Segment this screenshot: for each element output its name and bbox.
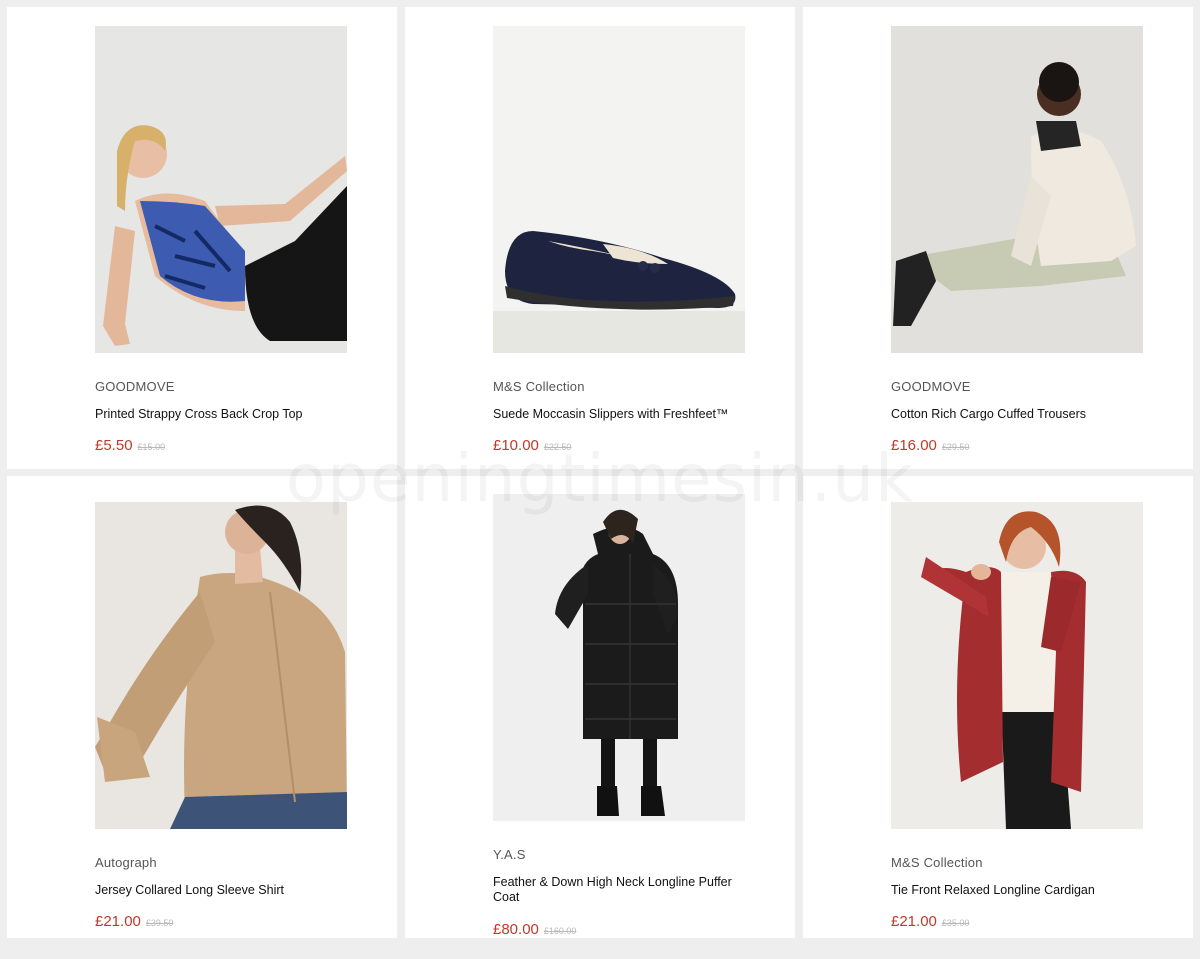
product-title[interactable]: Cotton Rich Cargo Cuffed Trousers xyxy=(891,407,1151,422)
product-title[interactable]: Feather & Down High Neck Longline Puffer… xyxy=(493,875,753,905)
original-price: £35.00 xyxy=(941,918,970,928)
product-price: £21.00 £39.50 xyxy=(95,913,173,930)
product-image[interactable] xyxy=(95,26,347,353)
original-price: £22.50 xyxy=(543,442,572,452)
product-card[interactable]: GOODMOVE Cotton Rich Cargo Cuffed Trouse… xyxy=(803,7,1193,469)
product-image[interactable] xyxy=(891,26,1143,353)
product-brand: M&S Collection xyxy=(891,855,983,870)
product-image[interactable] xyxy=(493,26,745,353)
current-price: £10.00 xyxy=(493,437,539,454)
product-brand: GOODMOVE xyxy=(95,379,175,394)
current-price: £21.00 xyxy=(95,913,141,930)
current-price: £80.00 xyxy=(493,921,539,938)
original-price: £160.00 xyxy=(543,926,577,936)
product-brand: Y.A.S xyxy=(493,847,526,862)
current-price: £21.00 xyxy=(891,913,937,930)
product-card[interactable]: Y.A.S Feather & Down High Neck Longline … xyxy=(405,476,795,938)
product-image[interactable] xyxy=(891,502,1143,829)
product-price: £5.50 £15.00 xyxy=(95,437,165,454)
product-brand: Autograph xyxy=(95,855,157,870)
original-price: £15.00 xyxy=(137,442,166,452)
product-card[interactable]: M&S Collection Suede Moccasin Slippers w… xyxy=(405,7,795,469)
original-price: £29.50 xyxy=(941,442,970,452)
product-brand: GOODMOVE xyxy=(891,379,971,394)
original-price: £39.50 xyxy=(145,918,174,928)
current-price: £16.00 xyxy=(891,437,937,454)
product-price: £10.00 £22.50 xyxy=(493,437,571,454)
product-title[interactable]: Printed Strappy Cross Back Crop Top xyxy=(95,407,355,422)
product-image[interactable] xyxy=(493,494,745,821)
product-card[interactable]: M&S Collection Tie Front Relaxed Longlin… xyxy=(803,476,1193,938)
product-price: £80.00 £160.00 xyxy=(493,921,576,938)
current-price: £5.50 xyxy=(95,437,133,454)
product-grid: GOODMOVE Printed Strappy Cross Back Crop… xyxy=(0,0,1200,959)
product-price: £16.00 £29.50 xyxy=(891,437,969,454)
product-title[interactable]: Tie Front Relaxed Longline Cardigan xyxy=(891,883,1151,898)
product-title[interactable]: Suede Moccasin Slippers with Freshfeet™ xyxy=(493,407,753,422)
product-card[interactable]: Autograph Jersey Collared Long Sleeve Sh… xyxy=(7,476,397,938)
product-brand: M&S Collection xyxy=(493,379,585,394)
product-image[interactable] xyxy=(95,502,347,829)
product-card[interactable]: GOODMOVE Printed Strappy Cross Back Crop… xyxy=(7,7,397,469)
product-price: £21.00 £35.00 xyxy=(891,913,969,930)
product-title[interactable]: Jersey Collared Long Sleeve Shirt xyxy=(95,883,355,898)
